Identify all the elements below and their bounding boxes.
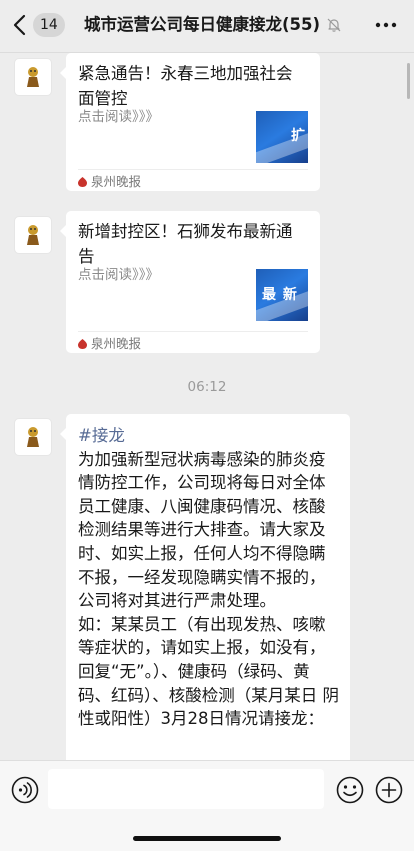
article-source: 泉州晚报	[78, 336, 141, 352]
chat-header: 14 城市运营公司每日健康接龙(55)	[0, 0, 414, 53]
more-dots-icon	[375, 22, 397, 28]
avatar[interactable]	[14, 418, 52, 456]
divider	[78, 331, 308, 332]
article-title: 新增封控区！石狮发布最新通告	[78, 222, 293, 266]
article-source: 泉州晚报	[78, 174, 141, 190]
chevron-left-icon	[13, 14, 26, 36]
chat-message-list[interactable]: 紧急通告！永春三地加强社会面管控 点击阅读》》》 扩 泉州晚报 新增封控区！石狮…	[0, 53, 414, 760]
article-thumbnail: 扩	[256, 111, 308, 163]
more-functions-button[interactable]	[374, 775, 404, 805]
message-text: 如：某某员工（有出现发热、咳嗽等症状的，请如实上报，如没有，回复“无”。）、健康…	[78, 614, 339, 729]
source-logo-icon	[78, 177, 87, 187]
hashtag-link[interactable]: #接龙	[78, 424, 340, 448]
scrollbar[interactable]	[407, 63, 410, 99]
avatar[interactable]	[14, 216, 52, 254]
thumbnail-text: 扩	[291, 128, 306, 144]
article-title: 紧急通告！永春三地加强社会面管控	[78, 64, 293, 108]
article-card[interactable]: 新增封控区！石狮发布最新通告 点击阅读》》》 最 新 泉州晚报	[60, 211, 320, 353]
avatar[interactable]	[14, 58, 52, 96]
divider	[78, 169, 308, 170]
article-description: 点击阅读》》》	[78, 109, 159, 125]
message-input[interactable]	[48, 769, 324, 809]
voice-button[interactable]	[10, 775, 40, 805]
emoji-icon	[336, 776, 364, 804]
article-thumbnail: 最 新	[256, 269, 308, 321]
message-timestamp: 06:12	[187, 379, 227, 395]
avatar-logo-icon	[27, 67, 39, 87]
avatar-logo-icon	[27, 427, 39, 447]
message-text: 为加强新型冠状病毒感染的肺炎疫情防控工作，公司现将每日对全体员工健康、八闽健康码…	[78, 449, 326, 611]
article-description: 点击阅读》》》	[78, 267, 159, 283]
source-name: 泉州晚报	[91, 174, 142, 189]
source-name: 泉州晚报	[91, 336, 142, 351]
back-button[interactable]	[10, 12, 32, 38]
avatar-logo-icon	[27, 225, 39, 245]
article-card[interactable]: 紧急通告！永春三地加强社会面管控 点击阅读》》》 扩 泉州晚报	[60, 53, 320, 191]
bell-off-icon	[326, 17, 342, 33]
emoji-button[interactable]	[335, 775, 365, 805]
source-logo-icon	[78, 339, 87, 349]
voice-icon	[11, 776, 39, 804]
chat-title: 城市运营公司每日健康接龙(55)	[84, 15, 321, 34]
text-message-bubble[interactable]: #接龙 为加强新型冠状病毒感染的肺炎疫情防控工作，公司现将每日对全体员工健康、八…	[60, 414, 350, 760]
plus-circle-icon	[375, 776, 403, 804]
unread-count-badge[interactable]: 14	[33, 13, 65, 37]
home-indicator[interactable]	[133, 836, 281, 841]
thumbnail-text: 最 新	[262, 287, 298, 303]
more-button[interactable]	[374, 14, 398, 36]
